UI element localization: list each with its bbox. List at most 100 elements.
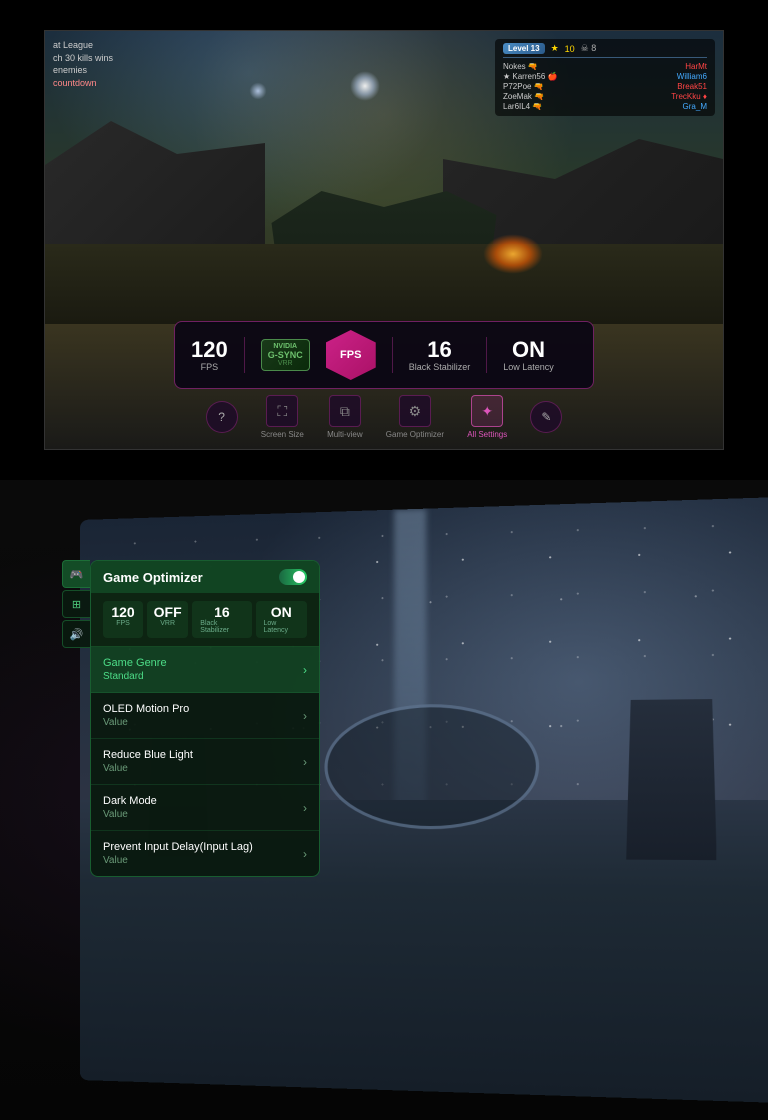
opt-black-label: Black Stabilizer xyxy=(200,620,243,634)
side-icon-display[interactable]: ⊞ xyxy=(62,590,90,618)
opt-latency-value: ON xyxy=(271,605,292,619)
bottom-game-section: 🎮 ⊞ 🔊 Game Optimizer 120 FPS OFF VRR 16 … xyxy=(0,480,768,1120)
top-game-section: at League ch 30 kills wins enemies count… xyxy=(0,0,768,480)
optimizer-header: Game Optimizer xyxy=(91,561,319,593)
hud-level-row: Level 13 ★ 10 ☠ 8 xyxy=(503,43,707,58)
hud-cooldown: countdown xyxy=(53,77,113,90)
edit-button[interactable]: ✎ xyxy=(530,401,562,433)
star-icon: ★ xyxy=(551,43,559,54)
chevron-prevent-input-delay: › xyxy=(303,847,307,861)
skull-icon: ☠ 8 xyxy=(581,43,597,54)
divider-3 xyxy=(486,337,487,373)
opponent-name-2: William6 xyxy=(677,72,707,81)
menu-item-oled-motion[interactable]: OLED Motion Pro Value › xyxy=(91,693,319,739)
arctic-circle xyxy=(324,703,539,829)
menu-item-prevent-input-delay-value: Value xyxy=(103,855,253,866)
menu-item-prevent-input-delay[interactable]: Prevent Input Delay(Input Lag) Value › xyxy=(91,831,319,876)
game-optimizer-panel: Game Optimizer 120 FPS OFF VRR 16 Black … xyxy=(90,560,320,877)
menu-item-game-genre[interactable]: Game Genre Standard › xyxy=(91,647,319,693)
game-optimizer-nav[interactable]: ⚙ Game Optimizer xyxy=(386,395,444,439)
opt-vrr-stat: OFF VRR xyxy=(147,601,188,638)
optimizer-stats-row: 120 FPS OFF VRR 16 Black Stabilizer ON L… xyxy=(91,593,319,647)
menu-item-prevent-input-delay-left: Prevent Input Delay(Input Lag) Value xyxy=(103,841,253,866)
chevron-game-genre: › xyxy=(303,663,307,677)
hud-line-2: ch 30 kills wins xyxy=(53,52,113,65)
gsync-text: G-SYNC xyxy=(268,350,303,360)
muzzle-flash xyxy=(483,234,543,274)
multi-view-icon[interactable]: ⧉ xyxy=(329,395,361,427)
opt-fps-stat: 120 FPS xyxy=(103,601,143,638)
player-name-2: ★ Karren56 🍎 xyxy=(503,72,558,81)
player-row-5: Lar6IL4 🔫 Gra_M xyxy=(503,102,707,111)
opt-latency-label: Low Latency xyxy=(264,620,300,634)
game-optimizer-icon[interactable]: ⚙ xyxy=(399,395,431,427)
opponent-name-1: HarMt xyxy=(685,62,707,71)
side-icon-gamepad[interactable]: 🎮 xyxy=(62,560,90,588)
menu-item-game-genre-left: Game Genre Standard xyxy=(103,657,167,682)
menu-item-reduce-blue-light-left: Reduce Blue Light Value xyxy=(103,749,193,774)
opponent-name-4: TrecKku ♦ xyxy=(671,92,707,101)
low-latency-value: ON xyxy=(512,339,545,361)
chevron-reduce-blue-light: › xyxy=(303,755,307,769)
menu-item-dark-mode-value: Value xyxy=(103,809,157,820)
star-value: 10 xyxy=(565,44,575,54)
player-name-5: Lar6IL4 🔫 xyxy=(503,102,542,111)
menu-item-reduce-blue-light[interactable]: Reduce Blue Light Value › xyxy=(91,739,319,785)
opt-vrr-value: OFF xyxy=(154,605,182,619)
low-latency-stat: ON Low Latency xyxy=(503,339,554,372)
all-settings-label: All Settings xyxy=(467,430,507,439)
hud-line-1: at League xyxy=(53,39,113,52)
toggle-dot xyxy=(293,571,305,583)
chevron-dark-mode: › xyxy=(303,801,307,815)
opt-fps-label: FPS xyxy=(116,620,130,627)
screen-size-label: Screen Size xyxy=(261,430,304,439)
menu-item-dark-mode-name: Dark Mode xyxy=(103,795,157,807)
black-stabilizer-stat: 16 Black Stabilizer xyxy=(409,339,471,372)
gsync-badge: NVIDIA G-SYNC VRR xyxy=(261,339,310,371)
side-icon-panel: 🎮 ⊞ 🔊 xyxy=(62,560,90,648)
hud-line-3: enemies xyxy=(53,64,113,77)
vrr-text: VRR xyxy=(278,360,293,367)
opponent-name-3: Break51 xyxy=(677,82,707,91)
menu-item-reduce-blue-light-value: Value xyxy=(103,763,193,774)
bottom-nav: ? ⛶ Screen Size ⧉ Multi-view ⚙ Game Opti… xyxy=(194,395,574,439)
side-icon-audio[interactable]: 🔊 xyxy=(62,620,90,648)
menu-item-dark-mode[interactable]: Dark Mode Value › xyxy=(91,785,319,831)
multi-view-label: Multi-view xyxy=(327,430,363,439)
all-settings-nav[interactable]: ✦ All Settings xyxy=(467,395,507,439)
help-button[interactable]: ? xyxy=(206,401,238,433)
game-optimizer-bar: 120 FPS NVIDIA G-SYNC VRR FPS 16 Black S… xyxy=(174,321,594,389)
game-screenshot-top: at League ch 30 kills wins enemies count… xyxy=(44,30,724,450)
all-settings-icon[interactable]: ✦ xyxy=(471,395,503,427)
player-row-1: Nokes 🔫 HarMt xyxy=(503,62,707,71)
menu-item-oled-motion-value: Value xyxy=(103,717,189,728)
fps-hexagon: FPS xyxy=(326,330,376,380)
menu-item-oled-motion-left: OLED Motion Pro Value xyxy=(103,703,189,728)
chevron-oled-motion: › xyxy=(303,709,307,723)
opponent-name-5: Gra_M xyxy=(683,102,707,111)
opt-latency-stat: ON Low Latency xyxy=(256,601,308,638)
black-stabilizer-label: Black Stabilizer xyxy=(409,362,471,372)
screen-size-icon[interactable]: ⛶ xyxy=(266,395,298,427)
multi-view-nav[interactable]: ⧉ Multi-view xyxy=(327,395,363,439)
menu-item-oled-motion-name: OLED Motion Pro xyxy=(103,703,189,715)
fps-label: FPS xyxy=(201,362,219,372)
ground xyxy=(45,244,723,324)
fps-stat: 120 FPS xyxy=(191,339,228,372)
player-name-4: ZoeMak 🔫 xyxy=(503,92,544,101)
player-row-3: P72Poe 🔫 Break51 xyxy=(503,82,707,91)
game-optimizer-label: Game Optimizer xyxy=(386,430,444,439)
low-latency-label: Low Latency xyxy=(503,362,554,372)
opt-black-value: 16 xyxy=(214,605,230,619)
player-row-2: ★ Karren56 🍎 William6 xyxy=(503,72,707,81)
player-name-1: Nokes 🔫 xyxy=(503,62,538,71)
menu-item-dark-mode-left: Dark Mode Value xyxy=(103,795,157,820)
opt-vrr-label: VRR xyxy=(160,620,175,627)
menu-item-game-genre-name: Game Genre xyxy=(103,657,167,669)
menu-item-reduce-blue-light-name: Reduce Blue Light xyxy=(103,749,193,761)
menu-item-prevent-input-delay-name: Prevent Input Delay(Input Lag) xyxy=(103,841,253,853)
screen-size-nav[interactable]: ⛶ Screen Size xyxy=(261,395,304,439)
optimizer-toggle[interactable] xyxy=(279,569,307,585)
optimizer-title: Game Optimizer xyxy=(103,570,203,585)
nvidia-logo: NVIDIA xyxy=(273,343,297,350)
